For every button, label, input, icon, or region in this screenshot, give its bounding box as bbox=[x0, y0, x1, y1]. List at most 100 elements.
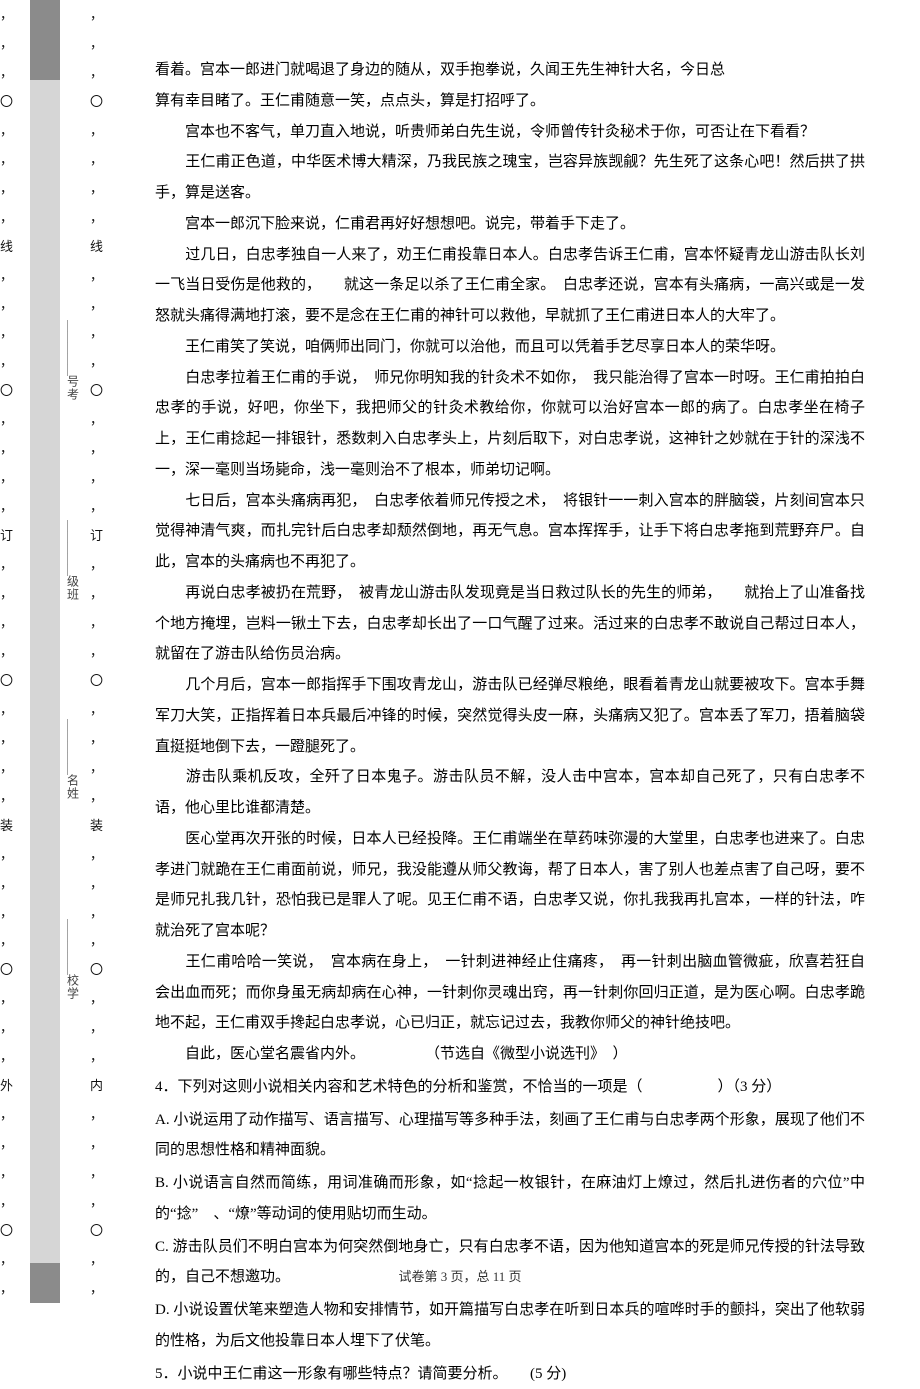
para-line: 自此，医心堂名震省内外。 （节选自《微型小说选刊》 ） bbox=[155, 1039, 865, 1070]
class-slot: ＿＿＿＿＿ bbox=[66, 520, 80, 575]
fold-mark: ， bbox=[0, 645, 13, 658]
para-line: 过几日，白忠孝独自一人来了，劝王仁甫投靠日本人。白忠孝告诉王仁甫，宫本怀疑青龙山… bbox=[155, 240, 865, 332]
fold-mark: ， bbox=[90, 616, 103, 629]
fold-mark: ， bbox=[0, 124, 13, 137]
fold-mark: 〇 bbox=[0, 95, 13, 108]
exam-info-strip: ＿＿＿＿＿号考 ＿＿＿＿＿级班 ＿＿＿＿＿名姓 ＿＿＿＿＿校学 bbox=[60, 320, 86, 1000]
gutter-light-mid bbox=[30, 80, 60, 1263]
fold-mark: ， bbox=[0, 761, 13, 774]
fold-mark: ， bbox=[0, 153, 13, 166]
fold-mark: ， bbox=[90, 1050, 103, 1063]
option-a[interactable]: A. 小说运用了动作描写、语言描写、心理描写等多种手法，刻画了王仁甫与白忠孝两个… bbox=[155, 1105, 865, 1167]
fold-mark: ， bbox=[0, 934, 13, 947]
passage-content: 看着。宫本一郎进门就喝退了身边的随从，双手抱拳说，久闻王先生神针大名，今日总 算… bbox=[155, 55, 865, 1389]
binding-gutter: ，，，〇，，，，线，，，，〇，，，，订，，，，〇，，，，装，，，，〇，，，外，，… bbox=[0, 0, 130, 1303]
fold-mark: ， bbox=[90, 153, 103, 166]
fold-mark: ， bbox=[90, 413, 103, 426]
fold-mark: 内 bbox=[90, 1079, 103, 1092]
para-line: 宫本也不客气，单刀直入地说，听贵师弟白先生说，令师曾传针灸秘术于你，可否让在下看… bbox=[155, 117, 865, 148]
fold-mark: ， bbox=[90, 1253, 103, 1266]
para-line: 再说白忠孝被扔在荒野， 被青龙山游击队发现竟是当日救过队长的先生的师弟， 就抬上… bbox=[155, 578, 865, 670]
fold-mark: ， bbox=[0, 298, 13, 311]
name-label: 名姓 bbox=[66, 774, 80, 800]
fold-mark: ， bbox=[90, 790, 103, 803]
fold-mark: ， bbox=[0, 1021, 13, 1034]
fold-mark: ， bbox=[90, 66, 103, 79]
fold-mark: ， bbox=[90, 1195, 103, 1208]
fold-mark: ， bbox=[90, 8, 103, 21]
fold-mark: 〇 bbox=[90, 963, 103, 976]
fold-mark: ， bbox=[90, 124, 103, 137]
fold-mark: ， bbox=[90, 1166, 103, 1179]
exam-id-label: 号考 bbox=[66, 375, 80, 401]
fold-mark: ， bbox=[90, 587, 103, 600]
fold-mark: ， bbox=[0, 1050, 13, 1063]
fold-mark: ， bbox=[0, 616, 13, 629]
fold-mark: ， bbox=[0, 703, 13, 716]
fold-mark: ， bbox=[0, 1253, 13, 1266]
fold-mark: ， bbox=[0, 790, 13, 803]
fold-mark: 线 bbox=[90, 240, 103, 253]
fold-mark: ， bbox=[90, 442, 103, 455]
fold-mark: ， bbox=[0, 1195, 13, 1208]
option-d[interactable]: D. 小说设置伏笔来塑造人物和安排情节，如开篇描写白忠孝在听到日本兵的喧哗时手的… bbox=[155, 1295, 865, 1357]
school-slot: ＿＿＿＿＿ bbox=[66, 919, 80, 974]
fold-mark: ， bbox=[90, 182, 103, 195]
fold-mark: ， bbox=[90, 1108, 103, 1121]
fold-mark: ， bbox=[90, 269, 103, 282]
para-line: 几个月后，宫本一郎指挥手下围攻青龙山，游击队已经弹尽粮绝，眼看着青龙山就要被攻下… bbox=[155, 670, 865, 762]
fold-mark: 〇 bbox=[90, 95, 103, 108]
class-label: 级班 bbox=[66, 575, 80, 601]
fold-mark: ， bbox=[0, 355, 13, 368]
fold-mark: ， bbox=[90, 732, 103, 745]
fold-mark: 订 bbox=[90, 529, 103, 542]
fold-mark: ， bbox=[90, 500, 103, 513]
para-line: 宫本一郎沉下脸来说，仁甫君再好好想想吧。说完，带着手下走了。 bbox=[155, 209, 865, 240]
fold-mark: ， bbox=[0, 182, 13, 195]
question-4-stem: 4．下列对这则小说相关内容和艺术特色的分析和鉴赏，不恰当的一项是（ ）（3 分） bbox=[155, 1072, 865, 1103]
fold-mark: ， bbox=[0, 1108, 13, 1121]
fold-mark: ， bbox=[90, 761, 103, 774]
fold-mark: ， bbox=[90, 37, 103, 50]
fold-mark: ， bbox=[90, 877, 103, 890]
fold-mark: 订 bbox=[0, 529, 13, 542]
para-line: 算有幸目睹了。王仁甫随意一笑，点点头，算是打招呼了。 bbox=[155, 86, 865, 117]
para-line: 医心堂再次开张的时候，日本人已经投降。王仁甫端坐在草药味弥漫的大堂里，白忠孝也进… bbox=[155, 824, 865, 947]
fold-mark: ， bbox=[90, 471, 103, 484]
inner-fold-marks: ，，，〇，，，，线，，，，〇，，，，订，，，，〇，，，，装，，，，〇，，，内，，… bbox=[90, 0, 103, 1303]
fold-mark: ， bbox=[90, 355, 103, 368]
fold-mark: ， bbox=[90, 326, 103, 339]
fold-mark: ， bbox=[0, 558, 13, 571]
fold-mark: ， bbox=[0, 413, 13, 426]
gutter-dark-top bbox=[30, 0, 60, 80]
fold-mark: ， bbox=[90, 1021, 103, 1034]
fold-mark: 〇 bbox=[0, 1224, 13, 1237]
fold-mark: 装 bbox=[90, 819, 103, 832]
para-line: 白忠孝拉着王仁甫的手说， 师兄你明知我的针灸术不如你， 我只能治得了宫本一时呀。… bbox=[155, 363, 865, 486]
fold-mark: ， bbox=[90, 934, 103, 947]
fold-mark: 〇 bbox=[0, 674, 13, 687]
fold-mark: 〇 bbox=[90, 1224, 103, 1237]
fold-mark: ， bbox=[90, 848, 103, 861]
option-b[interactable]: B. 小说语言自然而简练，用词准确而形象，如“捻起一枚银针，在麻油灯上燎过，然后… bbox=[155, 1168, 865, 1230]
fold-mark: ， bbox=[90, 703, 103, 716]
fold-mark: 〇 bbox=[0, 963, 13, 976]
para-line: 游击队乘机反攻，全歼了日本鬼子。游击队员不解，没人击中宫本，宫本却自己死了，只有… bbox=[155, 762, 865, 824]
fold-mark: ， bbox=[90, 298, 103, 311]
fold-mark: ， bbox=[0, 906, 13, 919]
fold-mark: ， bbox=[90, 211, 103, 224]
fold-mark: ， bbox=[90, 558, 103, 571]
fold-mark: ， bbox=[0, 211, 13, 224]
page-footer: 试卷第 3 页，总 11 页 bbox=[0, 1266, 920, 1285]
para-line: 七日后，宫本头痛病再犯， 白忠孝依着师兄传授之术， 将银针一一刺入宫本的胖脑袋，… bbox=[155, 486, 865, 578]
para-line: 王仁甫哈哈一笑说， 宫本病在身上， 一针刺进神经止住痛疼， 再一针刺出脑血管微疵… bbox=[155, 947, 865, 1039]
fold-mark: ， bbox=[0, 848, 13, 861]
fold-mark: ， bbox=[90, 906, 103, 919]
fold-mark: ， bbox=[0, 326, 13, 339]
fold-mark: ， bbox=[0, 8, 13, 21]
fold-mark: ， bbox=[0, 37, 13, 50]
question-5: 5．小说中王仁甫这一形象有哪些特点？请简要分析。 (5 分) bbox=[155, 1359, 865, 1389]
fold-mark: ， bbox=[0, 732, 13, 745]
para-line: 王仁甫正色道，中华医术博大精深，乃我民族之瑰宝，岂容异族觊觎？先生死了这条心吧！… bbox=[155, 147, 865, 209]
fold-mark: ， bbox=[0, 1137, 13, 1150]
